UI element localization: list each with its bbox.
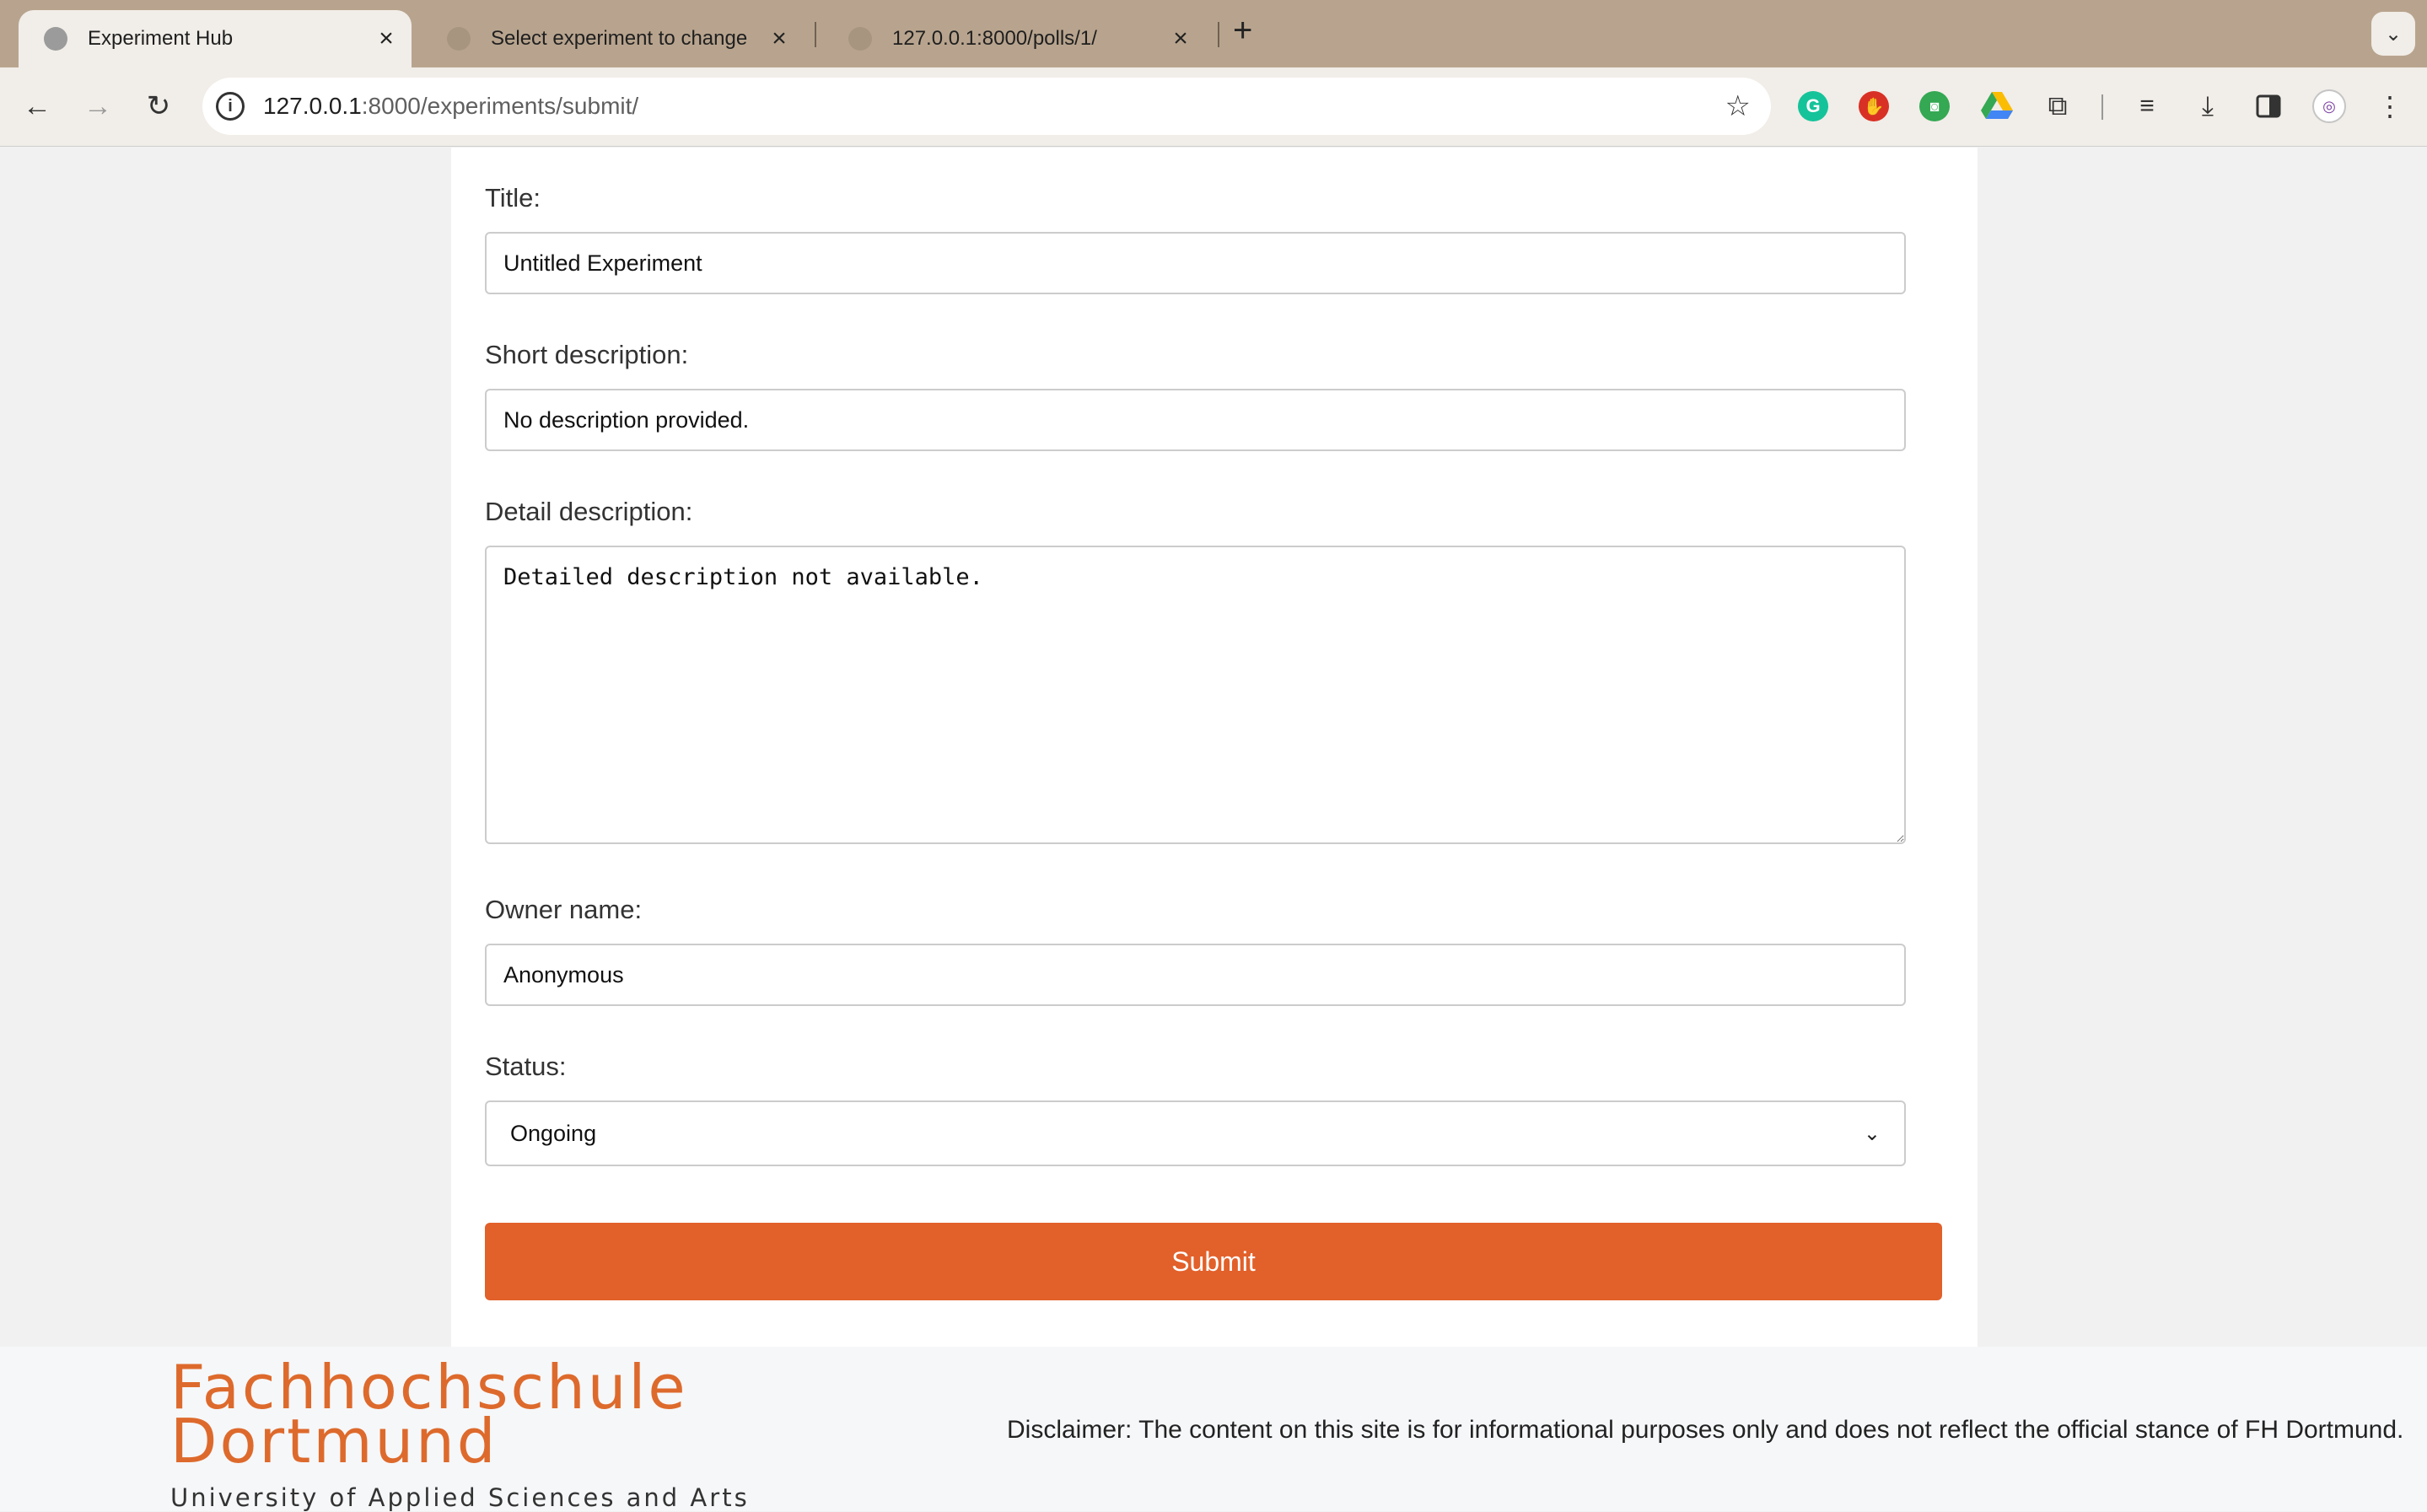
new-tab-button[interactable]: + (1233, 12, 1252, 50)
close-icon[interactable]: × (764, 24, 794, 53)
tab-title: Select experiment to change (491, 27, 748, 50)
page-content: Title: Short description: Detail descrip… (0, 148, 2427, 1512)
globe-icon (44, 27, 67, 51)
close-icon[interactable]: × (1165, 24, 1196, 53)
status-select[interactable]: Ongoing ⌄ (485, 1100, 1906, 1166)
tab-separator (1218, 22, 1219, 47)
disclaimer-text: Disclaimer: The content on this site is … (1007, 1416, 2404, 1444)
address-bar[interactable]: i 127.0.0.1:8000/experiments/submit/ ☆ (202, 78, 1771, 135)
toolbar-divider (2101, 94, 2103, 120)
detail-description-textarea[interactable]: Detailed description not available. (485, 546, 1906, 844)
drive-icon[interactable] (1978, 88, 2015, 125)
side-panel-icon[interactable] (2250, 88, 2287, 125)
owner-name-label: Owner name: (485, 895, 643, 924)
profile-icon[interactable]: ◎ (2312, 89, 2346, 123)
robot-icon[interactable]: ◙ (1919, 91, 1950, 121)
tab-experiment-hub[interactable]: Experiment Hub × (19, 10, 412, 67)
detail-description-label: Detail description: (485, 497, 693, 526)
reload-icon: ↻ (146, 90, 171, 122)
short-description-input[interactable] (485, 389, 1906, 451)
chevron-down-icon: ⌄ (1863, 1122, 1881, 1145)
tab-separator (815, 22, 816, 47)
owner-name-input[interactable] (485, 944, 1906, 1006)
arrow-left-icon: ← (23, 89, 51, 122)
reload-button[interactable]: ↻ (138, 86, 179, 126)
fh-dortmund-logo: Fachhochschule Dortmund University of Ap… (170, 1357, 765, 1512)
url-path: :8000/experiments/submit/ (361, 93, 639, 119)
tab-select-experiment[interactable]: Select experiment to change × (422, 10, 805, 67)
tab-polls[interactable]: 127.0.0.1:8000/polls/1/ × (823, 10, 1206, 67)
tab-title: 127.0.0.1:8000/polls/1/ (892, 27, 1097, 50)
tab-strip: Experiment Hub × Select experiment to ch… (0, 0, 2427, 67)
url-host: 127.0.0.1 (263, 93, 362, 119)
globe-icon (447, 27, 471, 51)
tab-title: Experiment Hub (88, 27, 234, 50)
logo-line-3: University of Applied Sciences and Arts (170, 1483, 750, 1512)
more-icon[interactable]: ⋮ (2371, 88, 2408, 125)
tab-search-button[interactable]: ⌄ (2371, 12, 2415, 56)
close-icon[interactable]: × (371, 24, 401, 53)
url-text[interactable]: 127.0.0.1:8000/experiments/submit/ (263, 93, 1725, 120)
stop-icon[interactable]: ✋ (1859, 91, 1889, 121)
info-icon[interactable]: i (216, 92, 245, 121)
status-selected-value: Ongoing (510, 1120, 597, 1146)
footer: Fachhochschule Dortmund University of Ap… (0, 1347, 2427, 1512)
download-icon[interactable]: ⤓ (2189, 88, 2226, 125)
arrow-right-icon: → (83, 89, 112, 122)
puzzle-icon[interactable]: ⧉ (2039, 88, 2076, 125)
title-label: Title: (485, 183, 541, 213)
status-label: Status: (485, 1052, 567, 1081)
globe-icon (848, 27, 872, 51)
forward-button[interactable]: → (78, 86, 118, 126)
title-input[interactable] (485, 232, 1906, 294)
chevron-down-icon: ⌄ (2384, 22, 2403, 46)
grammarly-icon[interactable]: G (1798, 91, 1828, 121)
reading-list-icon[interactable]: ≡ (2128, 88, 2166, 125)
back-button[interactable]: ← (17, 86, 57, 126)
submit-form: Title: Short description: Detail descrip… (451, 148, 1978, 1347)
short-description-label: Short description: (485, 340, 689, 369)
browser-toolbar: ← → ↻ i 127.0.0.1:8000/experiments/submi… (0, 67, 2427, 147)
bookmark-star-icon[interactable]: ☆ (1725, 89, 1751, 123)
submit-button[interactable]: Submit (485, 1223, 1942, 1300)
